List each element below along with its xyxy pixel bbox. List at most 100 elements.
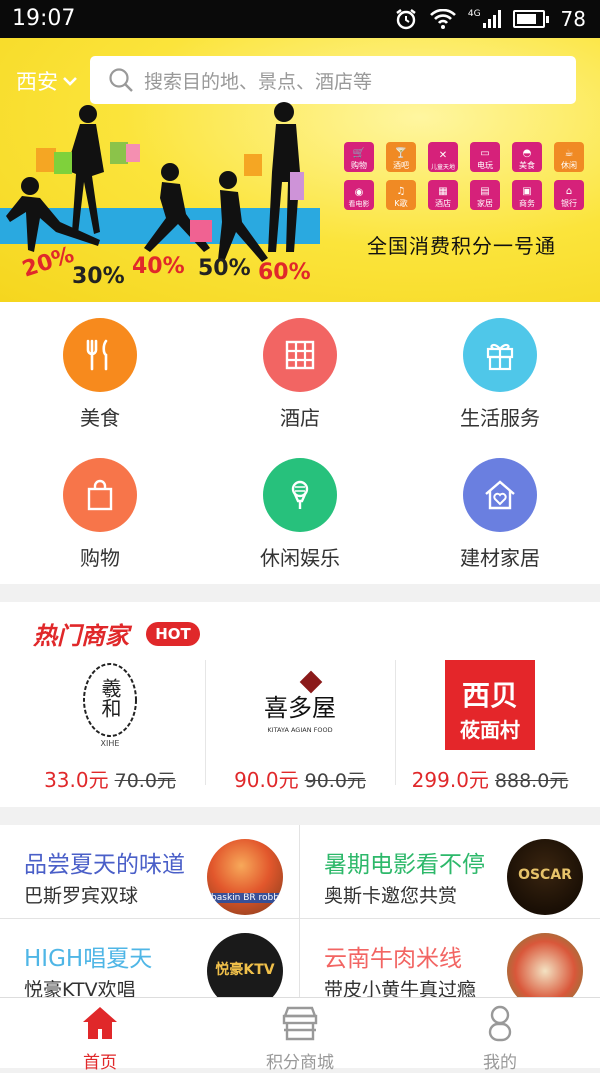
discount-label: 30% bbox=[72, 264, 125, 289]
tab-label: 积分商城 bbox=[266, 1053, 334, 1073]
fork-knife-icon bbox=[63, 318, 137, 392]
merchant-logo-xihe: 羲和 XIHE bbox=[55, 660, 165, 750]
category-label: 酒店 bbox=[280, 406, 320, 430]
promo-subtitle: 带皮小黄牛真过瘾 bbox=[324, 979, 477, 997]
city-selector[interactable]: 西安 bbox=[16, 66, 78, 96]
promo-image-noodles bbox=[507, 933, 583, 997]
category-entertainment[interactable]: 休闲娱乐 bbox=[200, 458, 400, 571]
promo-subtitle: 巴斯罗宾双球 bbox=[24, 885, 139, 907]
merchant-price: 33.0元 bbox=[44, 768, 109, 792]
merchant-logo-sub: 莜面村 bbox=[460, 718, 520, 742]
mini-category-icon: ♫ K歌 bbox=[386, 180, 416, 210]
discount-label: 60% bbox=[258, 260, 311, 285]
tab-label: 首页 bbox=[83, 1053, 117, 1073]
promo-title: HIGH唱夏天 bbox=[24, 946, 153, 972]
tab-label: 我的 bbox=[483, 1053, 517, 1073]
promo-image-ktv: 悦豪KTV bbox=[207, 933, 283, 997]
discount-label: 50% bbox=[198, 256, 251, 281]
category-label: 休闲娱乐 bbox=[260, 546, 340, 570]
merchant-card[interactable]: 西贝 莜面村 299.0元 888.0元 bbox=[395, 660, 585, 795]
merchant-logo-sub: KITAYA AGIAN FOOD bbox=[267, 726, 332, 734]
promo-title: 品尝夏天的味道 bbox=[24, 852, 185, 878]
merchant-logo-kitaya: 喜多屋 KITAYA AGIAN FOOD bbox=[245, 660, 355, 750]
search-input[interactable]: 搜索目的地、景点、酒店等 bbox=[90, 56, 576, 104]
cell-signal-icon: 4G bbox=[468, 10, 501, 28]
banner-slogan: 全国消费积分一号通 bbox=[367, 234, 556, 258]
bottom-tab-bar: 首页 积分商城 我的 bbox=[0, 997, 600, 1073]
home-heart-icon bbox=[463, 458, 537, 532]
microphone-icon bbox=[263, 458, 337, 532]
promo-image-cinema: OSCAR bbox=[507, 839, 583, 915]
discount-label: 40% bbox=[132, 254, 185, 279]
promo-card[interactable]: 云南牛肉米线 带皮小黄牛真过瘾 bbox=[300, 919, 599, 997]
category-food[interactable]: 美食 bbox=[0, 318, 200, 431]
merchant-card[interactable]: 喜多屋 KITAYA AGIAN FOOD 90.0元 90.0元 bbox=[205, 660, 395, 795]
category-shopping[interactable]: 购物 bbox=[0, 458, 200, 571]
battery-icon bbox=[512, 10, 549, 28]
category-home-building[interactable]: 建材家居 bbox=[400, 458, 600, 571]
merchant-card[interactable]: 羲和 XIHE 33.0元 70.0元 bbox=[15, 660, 205, 795]
category-label: 购物 bbox=[80, 546, 120, 570]
promo-subtitle: 奥斯卡邀您共赏 bbox=[324, 885, 458, 907]
category-hotel[interactable]: 酒店 bbox=[200, 318, 400, 431]
tab-points-mall[interactable]: 积分商城 bbox=[200, 1004, 400, 1073]
shopping-bag-icon bbox=[63, 458, 137, 532]
merchant-price: 299.0元 bbox=[411, 768, 489, 792]
category-label: 生活服务 bbox=[460, 406, 540, 430]
search-icon bbox=[109, 68, 133, 92]
merchant-logo-text: 羲和 bbox=[98, 678, 122, 718]
wifi-icon bbox=[429, 9, 456, 29]
divider bbox=[299, 825, 300, 997]
promo-image-caption: baskin BR robb bbox=[207, 893, 283, 903]
category-life-services[interactable]: 生活服务 bbox=[400, 318, 600, 431]
gift-icon bbox=[463, 318, 537, 392]
battery-level: 78 bbox=[560, 7, 586, 31]
status-bar: 19:07 4G 78 bbox=[0, 0, 600, 38]
hot-merchants-section: 热门商家 HOT 羲和 XIHE 33.0元 70.0元 喜多屋 KITAYA A… bbox=[0, 602, 600, 807]
merchant-logo-sub: XIHE bbox=[101, 739, 120, 748]
mini-category-icon: 🛒 购物 bbox=[344, 142, 374, 172]
promo-card[interactable]: 品尝夏天的味道 巴斯罗宾双球 baskin BR robb bbox=[0, 825, 299, 918]
mini-category-icon: ⌂ 银行 bbox=[554, 180, 584, 210]
building-icon bbox=[263, 318, 337, 392]
promo-image-caption: 悦豪KTV bbox=[215, 962, 275, 978]
shopper-silhouettes-image bbox=[6, 102, 304, 262]
category-grid: 美食 酒店 生活服务 购物 休闲娱乐 建材家居 bbox=[0, 302, 600, 584]
category-label: 美食 bbox=[80, 406, 120, 430]
tab-home[interactable]: 首页 bbox=[0, 1004, 200, 1073]
merchant-original-price: 888.0元 bbox=[494, 770, 569, 792]
hot-badge: HOT bbox=[146, 622, 200, 646]
chevron-down-icon bbox=[63, 77, 77, 86]
mini-category-icon: ✕ 儿童天地 bbox=[428, 142, 458, 172]
promo-image-icecream: baskin BR robb bbox=[207, 839, 283, 915]
promo-image-caption: OSCAR bbox=[518, 867, 572, 883]
mini-category-icon: ◓ 美食 bbox=[512, 142, 542, 172]
merchant-logo-text: 喜多屋 bbox=[264, 694, 336, 722]
mini-category-icon: ◉ 看电影 bbox=[344, 180, 374, 210]
merchant-price: 90.0元 bbox=[234, 768, 299, 792]
promo-card[interactable]: 暑期电影看不停 奥斯卡邀您共赏 OSCAR bbox=[300, 825, 599, 918]
mini-category-icon: ☕ 休闲 bbox=[554, 142, 584, 172]
promo-title: 云南牛肉米线 bbox=[324, 946, 462, 972]
promo-title: 暑期电影看不停 bbox=[324, 852, 485, 878]
merchant-original-price: 70.0元 bbox=[114, 770, 176, 792]
mini-category-icon: ▭ 电玩 bbox=[470, 142, 500, 172]
city-label: 西安 bbox=[16, 70, 58, 94]
tab-profile[interactable]: 我的 bbox=[400, 1004, 600, 1073]
promo-banner[interactable]: 西安 搜索目的地、景点、酒店等 20% 30% 40% 50% 60% 🛒 购物 … bbox=[0, 38, 600, 302]
mini-category-icon: ▣ 商务 bbox=[512, 180, 542, 210]
merchant-logo-text: 西贝 bbox=[461, 679, 518, 712]
status-time: 19:07 bbox=[12, 6, 76, 31]
mini-category-icon: ▤ 家居 bbox=[470, 180, 500, 210]
promo-subtitle: 悦豪KTV欢唱 bbox=[24, 979, 136, 997]
alarm-icon bbox=[396, 9, 416, 30]
divider bbox=[0, 918, 600, 919]
merchant-original-price: 90.0元 bbox=[304, 770, 366, 792]
user-icon bbox=[488, 1005, 512, 1042]
category-label: 建材家居 bbox=[460, 546, 540, 570]
promo-card[interactable]: HIGH唱夏天 悦豪KTV欢唱 悦豪KTV bbox=[0, 919, 299, 997]
home-icon bbox=[83, 1007, 117, 1039]
mini-category-icon: ▦ 酒店 bbox=[428, 180, 458, 210]
store-icon bbox=[282, 1006, 318, 1041]
banner-category-grid: 🛒 购物 🍸 酒吧 ✕ 儿童天地 ▭ 电玩 ◓ 美食 ☕ 休闲 ◉ 看电影 ♫ K歌 ▦ 酒店 ▤… bbox=[344, 142, 600, 210]
